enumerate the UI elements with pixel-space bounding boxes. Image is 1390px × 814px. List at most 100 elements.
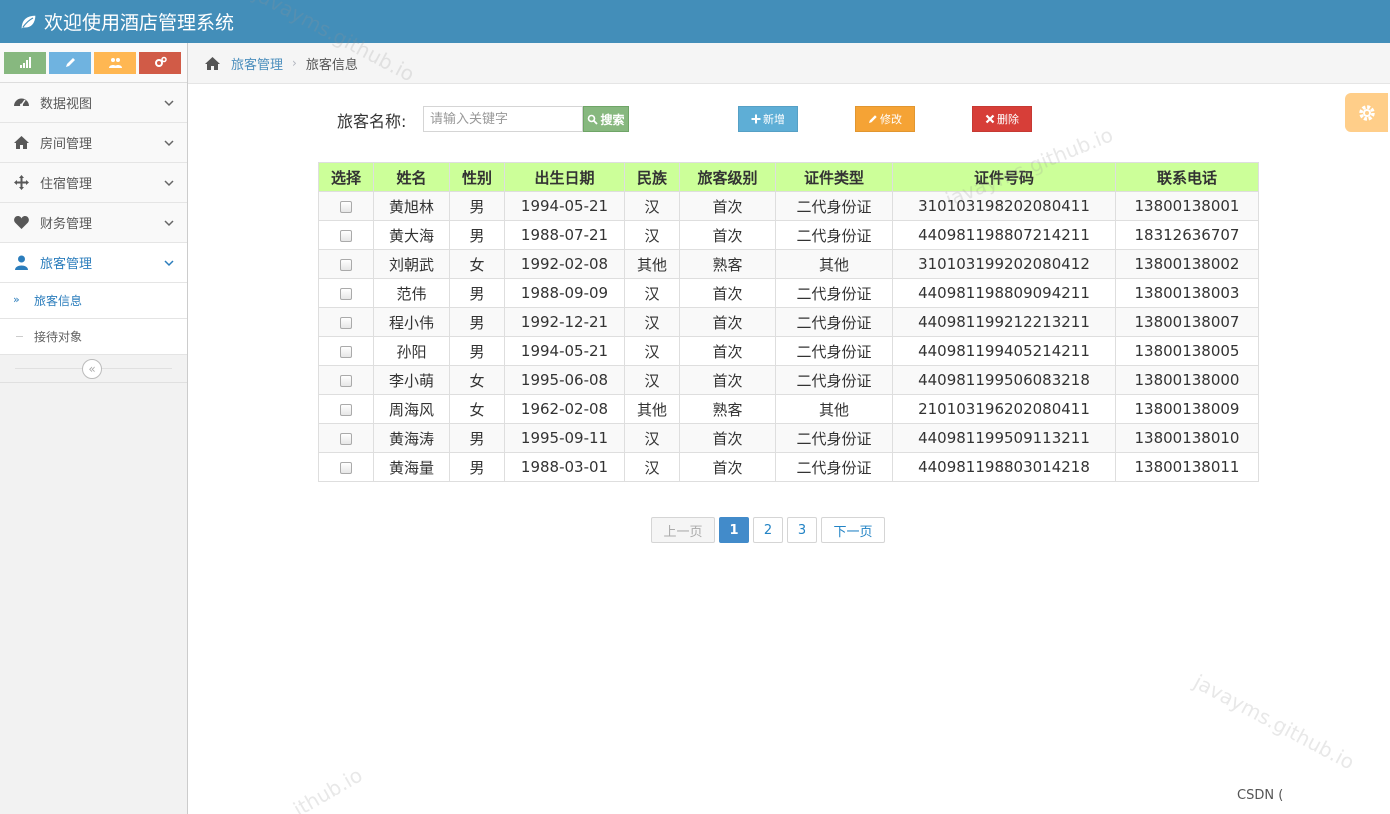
home-icon[interactable] <box>204 55 221 72</box>
table-cell: 女 <box>449 249 505 279</box>
add-button[interactable]: 新增 <box>738 106 798 132</box>
sidebar-item-label: 旅客管理 <box>40 257 93 272</box>
table-cell: 二代身份证 <box>775 220 893 250</box>
pagination: 上一页 1 2 3 下一页 <box>651 517 885 543</box>
table-cell: 首次 <box>679 307 776 337</box>
table-cell: 1988-07-21 <box>504 220 625 250</box>
delete-button[interactable]: 删除 <box>972 106 1032 132</box>
table-cell: 男 <box>449 191 505 221</box>
table-cell: 周海风 <box>373 394 450 424</box>
table-cell: 男 <box>449 278 505 308</box>
next-page-button[interactable]: 下一页 <box>821 517 885 543</box>
submenu-item-guest-info[interactable]: » 旅客信息 <box>0 283 187 319</box>
table-cell: 13800138003 <box>1115 278 1259 308</box>
row-checkbox[interactable] <box>340 229 352 242</box>
row-checkbox[interactable] <box>340 403 352 416</box>
cogs-icon <box>154 56 167 67</box>
table-cell: 汉 <box>624 365 680 395</box>
table-row[interactable]: 刘朝武女 1992-02-08 其他 熟客 其他 310103199202080412 13… <box>318 249 1259 279</box>
table-cell: 黄海涛 <box>373 423 450 453</box>
table-row[interactable]: 黄大海男 1988-07-21 汉首次 二代身份证 440981198807214211… <box>318 220 1259 250</box>
shortcut-signal-button[interactable] <box>4 51 46 74</box>
double-angle-left-icon: « <box>88 362 96 376</box>
table-cell: 1992-12-21 <box>504 307 625 337</box>
table-cell: 熟客 <box>679 394 776 424</box>
table-cell: 汉 <box>624 423 680 453</box>
search-button-label: 搜索 <box>600 112 625 127</box>
shortcut-cogs-button[interactable] <box>139 51 181 74</box>
sidebar-item-label: 财务管理 <box>40 217 93 232</box>
row-checkbox[interactable] <box>340 258 352 271</box>
table-cell: 其他 <box>624 394 680 424</box>
search-icon <box>588 114 599 125</box>
edit-button[interactable]: 修改 <box>855 106 915 132</box>
table-cell: 310103199202080412 <box>892 249 1116 279</box>
table-body: 黄旭林男 1994-05-21 汉首次 二代身份证 310103198202080411… <box>318 191 1259 482</box>
watermark: ithub.io <box>289 762 367 814</box>
table-cell: 13800138009 <box>1115 394 1259 424</box>
chevron-down-icon <box>164 220 174 227</box>
table-cell: 二代身份证 <box>775 423 893 453</box>
table-cell: 1994-05-21 <box>504 336 625 366</box>
table-cell: 1992-02-08 <box>504 249 625 279</box>
shortcut-pencil-button[interactable] <box>49 51 91 74</box>
table-row[interactable]: 孙阳男 1994-05-21 汉首次 二代身份证 440981199405214211 1… <box>318 336 1259 366</box>
table-row[interactable]: 黄海涛男 1995-09-11 汉首次 二代身份证 440981199509113211… <box>318 423 1259 453</box>
submenu-item-reception-target[interactable]: 接待对象 <box>0 319 187 355</box>
page-button-3[interactable]: 3 <box>787 517 817 543</box>
table-cell: 汉 <box>624 191 680 221</box>
sidebar-item-finance-management[interactable]: 财务管理 <box>0 203 187 243</box>
prev-page-button[interactable]: 上一页 <box>651 517 715 543</box>
pencil-icon <box>65 58 75 67</box>
table-cell: 440981198803014218 <box>892 452 1116 482</box>
breadcrumb-link-guest-management[interactable]: 旅客管理 <box>231 54 283 73</box>
table-cell: 黄大海 <box>373 220 450 250</box>
table-row[interactable]: 程小伟男 1992-12-21 汉首次 二代身份证 440981199212213211… <box>318 307 1259 337</box>
shortcut-users-button[interactable] <box>94 51 136 74</box>
sidebar-item-guest-management[interactable]: 旅客管理 <box>0 243 187 283</box>
top-navbar: 欢迎使用酒店管理系统 <box>0 0 1390 43</box>
row-checkbox[interactable] <box>340 200 352 213</box>
double-angle-right-icon: » <box>13 293 20 306</box>
plus-icon <box>751 114 761 124</box>
table-cell: 李小萌 <box>373 365 450 395</box>
move-icon <box>11 173 31 193</box>
column-header: 证件类型 <box>775 162 893 192</box>
table-cell: 二代身份证 <box>775 365 893 395</box>
table-cell: 其他 <box>775 394 893 424</box>
brand[interactable]: 欢迎使用酒店管理系统 <box>18 8 234 35</box>
ace-settings-button[interactable] <box>1345 93 1388 132</box>
table-cell: 13800138007 <box>1115 307 1259 337</box>
page-button-1[interactable]: 1 <box>719 517 749 543</box>
collapse-sidebar-button[interactable]: « <box>82 359 102 379</box>
search-button[interactable]: 搜索 <box>583 106 629 132</box>
row-checkbox[interactable] <box>340 316 352 329</box>
csdn-watermark: CSDN ( <box>1237 788 1284 803</box>
table-cell: 二代身份证 <box>775 191 893 221</box>
row-checkbox[interactable] <box>340 345 352 358</box>
table-cell: 首次 <box>679 278 776 308</box>
table-cell: 440981199405214211 <box>892 336 1116 366</box>
table-cell: 男 <box>449 307 505 337</box>
table-row[interactable]: 黄海量男 1988-03-01 汉首次 二代身份证 440981198803014218… <box>318 452 1259 482</box>
delete-button-label: 删除 <box>997 113 1019 126</box>
row-checkbox[interactable] <box>340 432 352 445</box>
table-cell: 其他 <box>624 249 680 279</box>
page-button-2[interactable]: 2 <box>753 517 783 543</box>
sidebar-item-data-view[interactable]: 数据视图 <box>0 83 187 123</box>
home-icon <box>11 133 31 153</box>
row-checkbox[interactable] <box>340 461 352 474</box>
table-row[interactable]: 周海风女 1962-02-08 其他 熟客 其他 210103196202080411 13… <box>318 394 1259 424</box>
table-row[interactable]: 范伟男 1988-09-09 汉首次 二代身份证 440981198809094211 1… <box>318 278 1259 308</box>
row-checkbox[interactable] <box>340 374 352 387</box>
table-row[interactable]: 李小萌女 1995-06-08 汉首次 二代身份证 440981199506083218… <box>318 365 1259 395</box>
close-icon <box>985 114 995 124</box>
search-label: 旅客名称: <box>337 112 407 131</box>
submenu-item-label: 接待对象 <box>34 330 83 344</box>
sidebar-item-room-management[interactable]: 房间管理 <box>0 123 187 163</box>
search-input[interactable] <box>423 106 583 132</box>
table-row[interactable]: 黄旭林男 1994-05-21 汉首次 二代身份证 310103198202080411… <box>318 191 1259 221</box>
row-checkbox[interactable] <box>340 287 352 300</box>
sidebar-item-stay-management[interactable]: 住宿管理 <box>0 163 187 203</box>
table-cell: 1994-05-21 <box>504 191 625 221</box>
